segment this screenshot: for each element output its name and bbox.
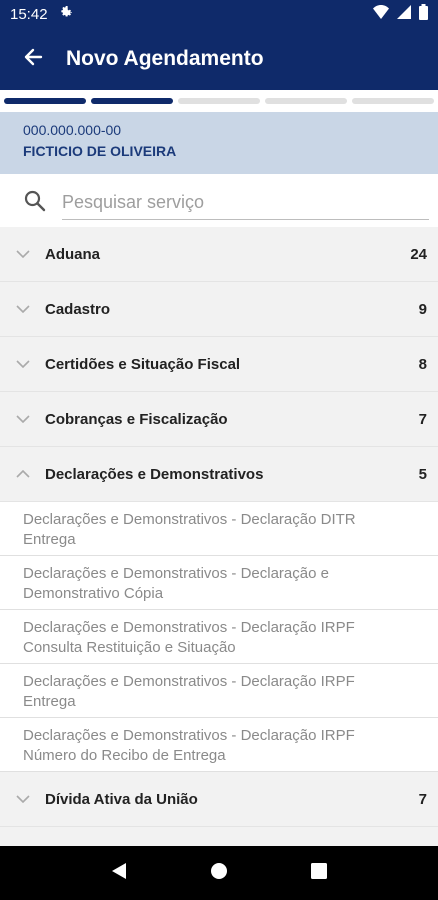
chevron-down-icon (0, 305, 45, 313)
service-item[interactable]: Declarações e Demonstrativos - Declaraçã… (0, 664, 438, 718)
status-bar: 15:42 (0, 0, 438, 28)
step-3 (178, 98, 260, 104)
category-label: Aduana (45, 245, 101, 263)
app-bar: Novo Agendamento (0, 28, 438, 90)
service-item-line2: Entrega (23, 531, 76, 548)
search-icon (24, 190, 46, 217)
service-item[interactable]: Declarações e Demonstrativos - Declaraçã… (0, 718, 438, 772)
chevron-up-icon (0, 470, 45, 478)
service-item-line1: Declarações e Demonstrativos - Declaraçã… (23, 565, 329, 582)
category-count: 7 (418, 410, 427, 428)
arrow-left-icon (23, 47, 43, 72)
category-label: Cobranças e Fiscalização (45, 410, 228, 428)
category-row-aduana[interactable]: Aduana 24 (0, 227, 438, 282)
category-row-cadastro[interactable]: Cadastro 9 (0, 282, 438, 337)
service-item-line1: Declarações e Demonstrativos - Declaraçã… (23, 673, 355, 690)
signal-icon (397, 5, 411, 23)
category-row-certidoes[interactable]: Certidões e Situação Fiscal 8 (0, 337, 438, 392)
category-row-cobrancas[interactable]: Cobranças e Fiscalização 7 (0, 392, 438, 447)
search-bar (0, 174, 438, 227)
step-4 (265, 98, 347, 104)
category-row-divida-ativa[interactable]: Dívida Ativa da União 7 (0, 772, 438, 827)
profile-document: 000.000.000-00 (23, 122, 122, 138)
category-count: 24 (410, 245, 427, 263)
service-item-line1: Declarações e Demonstrativos - Declaraçã… (23, 619, 355, 636)
service-item-line2: Número do Recibo de Entrega (23, 747, 226, 764)
chevron-down-icon (0, 415, 45, 423)
recents-square-icon[interactable] (310, 862, 327, 884)
chevron-down-icon (0, 795, 45, 803)
category-count: 7 (418, 790, 427, 808)
battery-icon (419, 4, 428, 24)
wifi-icon (373, 5, 389, 23)
back-triangle-icon[interactable] (111, 862, 127, 885)
search-input[interactable] (62, 186, 429, 220)
category-count: 5 (418, 465, 427, 483)
service-item-line1: Declarações e Demonstrativos - Declaraçã… (23, 727, 355, 744)
category-count: 9 (418, 300, 427, 318)
service-item-line2: Consulta Restituição e Situação (23, 639, 236, 656)
services-list: Aduana 24 Cadastro 9 Certidões e Situaçã… (0, 227, 438, 847)
system-nav-bar (0, 846, 438, 900)
category-label: Cadastro (45, 300, 111, 318)
service-item-line2: Entrega (23, 693, 76, 710)
settings-gear-icon (58, 4, 74, 24)
chevron-down-icon (0, 250, 45, 258)
category-row-partial[interactable] (0, 827, 438, 847)
service-item[interactable]: Declarações e Demonstrativos - Declaraçã… (0, 610, 438, 664)
home-circle-icon[interactable] (210, 862, 228, 885)
category-count: 8 (418, 355, 427, 373)
step-5 (352, 98, 434, 104)
category-label: Dívida Ativa da União (45, 790, 198, 808)
service-item-line1: Declarações e Demonstrativos - Declaraçã… (23, 511, 356, 528)
status-time: 15:42 (10, 5, 48, 23)
profile-name: FICTICIO DE OLIVEIRA (23, 143, 177, 159)
profile-banner: 000.000.000-00 FICTICIO DE OLIVEIRA (0, 112, 438, 174)
category-label: Declarações e Demonstrativos (45, 465, 264, 483)
category-label: Certidões e Situação Fiscal (45, 355, 241, 373)
chevron-down-icon (0, 360, 45, 368)
step-2 (91, 98, 173, 104)
service-item[interactable]: Declarações e Demonstrativos - Declaraçã… (0, 502, 438, 556)
progress-stepper (0, 90, 438, 112)
back-button[interactable] (0, 28, 66, 90)
service-item-line2: Demonstrativo Cópia (23, 585, 164, 602)
page-title: Novo Agendamento (66, 47, 264, 70)
category-row-declaracoes[interactable]: Declarações e Demonstrativos 5 (0, 447, 438, 502)
step-1 (4, 98, 86, 104)
service-item[interactable]: Declarações e Demonstrativos - Declaraçã… (0, 556, 438, 610)
